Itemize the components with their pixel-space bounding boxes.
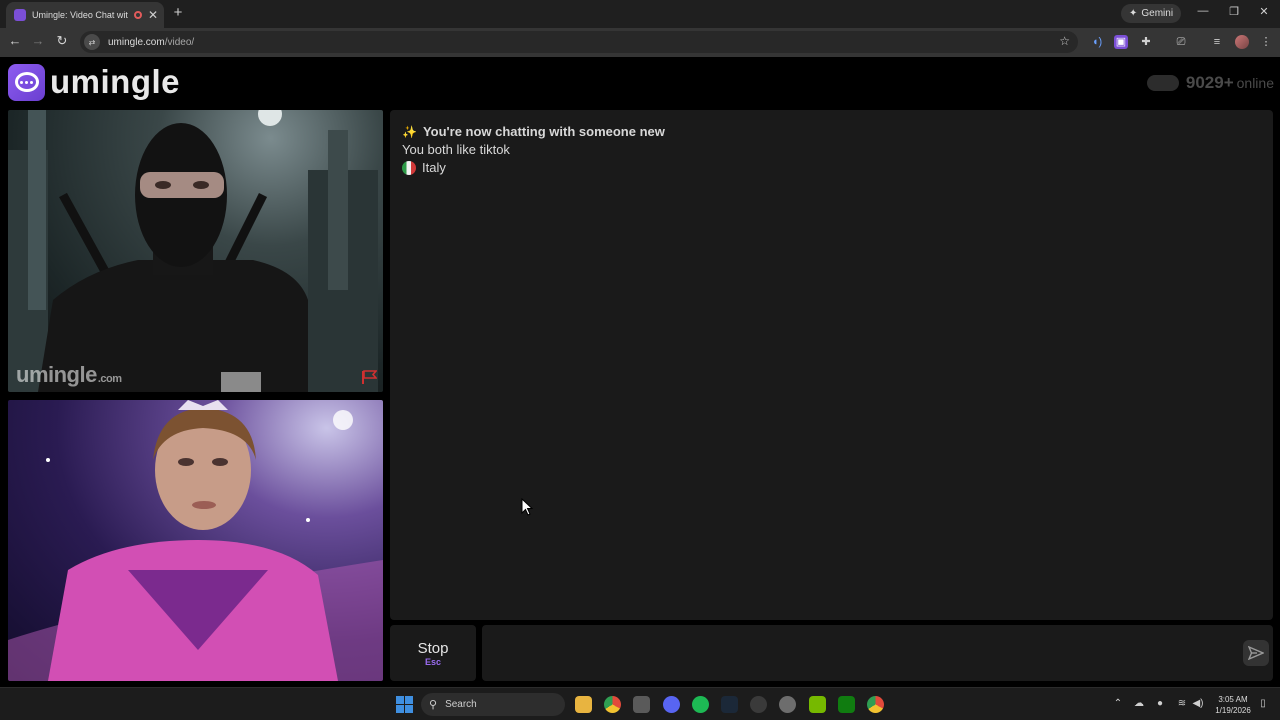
chat-log: ✨ You're now chatting with someone new Y… <box>390 110 1273 620</box>
online-count: 9029+ <box>1185 73 1234 92</box>
tab-close-icon[interactable]: ✕ <box>148 8 158 22</box>
browser-tab-strip: Umingle: Video Chat with S ✕ + ✦ Gemini … <box>0 0 1280 28</box>
extensions-puzzle-icon[interactable]: ✚ <box>1139 35 1153 49</box>
gemini-label: Gemini <box>1141 8 1174 19</box>
self-video-frame <box>8 400 383 681</box>
gemini-sparkle-icon: ✦ <box>1129 8 1138 19</box>
theme-toggle[interactable] <box>1146 75 1179 91</box>
reload-icon[interactable]: ↻ <box>54 33 70 49</box>
obs-icon[interactable] <box>750 696 767 713</box>
new-chat-text: You're now chatting with someone new <box>422 124 665 139</box>
windows-taskbar: ⚲ Search ⌃ ☁ ● ≋ ◀) 3:05 AM 1/19/2026 ▯ <box>0 687 1280 720</box>
system-message-new-chat: ✨ You're now chatting with someone new <box>402 123 1261 141</box>
self-video <box>8 400 383 681</box>
site-info-icon[interactable]: ⇄ <box>84 34 100 50</box>
country-text: Italy <box>422 160 446 175</box>
forward-arrow-icon[interactable]: → <box>30 33 46 48</box>
stranger-video-frame <box>8 110 378 392</box>
search-label: Search <box>445 699 477 710</box>
tray-chevron-up-icon[interactable]: ⌃ <box>1111 698 1125 709</box>
cast-icon[interactable]: ⎚ <box>1174 35 1188 49</box>
chat-bubble-logo-icon <box>8 63 45 101</box>
chrome-icon[interactable] <box>604 696 621 713</box>
umingle-watermark: umingle.com <box>16 362 122 387</box>
onedrive-cloud-icon[interactable]: ☁ <box>1132 698 1146 709</box>
reading-list-icon[interactable]: ≡ <box>1210 35 1224 49</box>
nvidia-icon[interactable] <box>809 696 826 713</box>
new-tab-button[interactable]: + <box>170 4 186 21</box>
online-status: 9029+ online <box>1146 73 1274 93</box>
logo-text: umingle <box>50 63 181 100</box>
message-input[interactable] <box>482 625 1273 681</box>
back-arrow-icon[interactable]: ← <box>7 33 23 48</box>
clock-date: 1/19/2026 <box>1215 706 1251 715</box>
browser-toolbar: ← → ↻ ⇄ umingle.com/video/ ☆ ◖) ▣ ✚ ⎚ ≡ … <box>0 28 1280 57</box>
sparkles-icon: ✨ <box>402 125 417 139</box>
file-explorer-icon[interactable] <box>575 696 592 713</box>
close-window-icon[interactable]: ✕ <box>1257 5 1271 18</box>
taskbar-search[interactable]: ⚲ Search <box>421 693 565 716</box>
address-bar[interactable]: ⇄ umingle.com/video/ ☆ <box>80 31 1078 53</box>
system-clock[interactable]: 3:05 AM 1/19/2026 <box>1208 694 1258 716</box>
gemini-button[interactable]: ✦ Gemini <box>1121 4 1182 23</box>
italy-flag-icon <box>402 161 416 175</box>
discord-icon[interactable] <box>663 696 680 713</box>
twitch-extension-icon[interactable]: ▣ <box>1114 35 1128 49</box>
url-text: umingle.com/video/ <box>108 36 195 48</box>
wifi-icon[interactable]: ≋ <box>1175 698 1189 709</box>
minimize-window-icon[interactable]: — <box>1196 5 1210 17</box>
umingle-page: umingle 9029+ online umingle.com ✨ You'r… <box>0 57 1280 687</box>
common-interest-message: You both like tiktok <box>402 141 1261 159</box>
profile-avatar[interactable] <box>1235 35 1249 49</box>
mouse-cursor-icon <box>521 498 533 516</box>
tab-title: Umingle: Video Chat with S <box>32 10 128 20</box>
store-icon[interactable] <box>633 696 650 713</box>
audio-extension-icon[interactable]: ◖) <box>1090 35 1104 49</box>
restore-window-icon[interactable]: ❐ <box>1227 5 1241 18</box>
report-flag-icon[interactable] <box>361 370 377 384</box>
stop-button[interactable]: Stop Esc <box>390 625 476 681</box>
send-arrow-icon <box>1248 646 1264 660</box>
clock-time: 3:05 AM <box>1218 695 1248 704</box>
settings-gear-icon[interactable] <box>779 696 796 713</box>
spotify-icon[interactable] <box>692 696 709 713</box>
send-button[interactable] <box>1243 640 1269 666</box>
steam-icon[interactable] <box>721 696 738 713</box>
stop-label: Stop <box>417 639 449 657</box>
xbox-icon[interactable] <box>838 696 855 713</box>
stranger-video: umingle.com <box>8 110 383 392</box>
stop-shortcut: Esc <box>424 656 441 667</box>
start-windows-icon[interactable] <box>396 696 413 713</box>
common-interest-text: You both like tiktok <box>402 142 510 157</box>
online-label: online <box>1236 75 1274 91</box>
notification-bell-icon[interactable]: ▯ <box>1256 698 1270 709</box>
browser-tab-umingle[interactable]: Umingle: Video Chat with S ✕ <box>6 2 164 28</box>
volume-icon[interactable]: ◀) <box>1191 698 1205 709</box>
recording-indicator-icon <box>133 11 142 19</box>
browser-menu-icon[interactable]: ⋮ <box>1259 35 1273 49</box>
search-icon: ⚲ <box>429 699 438 711</box>
microphone-icon[interactable]: ● <box>1153 698 1167 709</box>
bookmark-star-icon[interactable]: ☆ <box>1059 34 1070 48</box>
country-message: Italy <box>402 159 1261 177</box>
umingle-favicon-icon <box>14 9 26 21</box>
site-logo[interactable]: umingle <box>8 63 180 101</box>
chrome-active-icon[interactable] <box>867 696 884 713</box>
